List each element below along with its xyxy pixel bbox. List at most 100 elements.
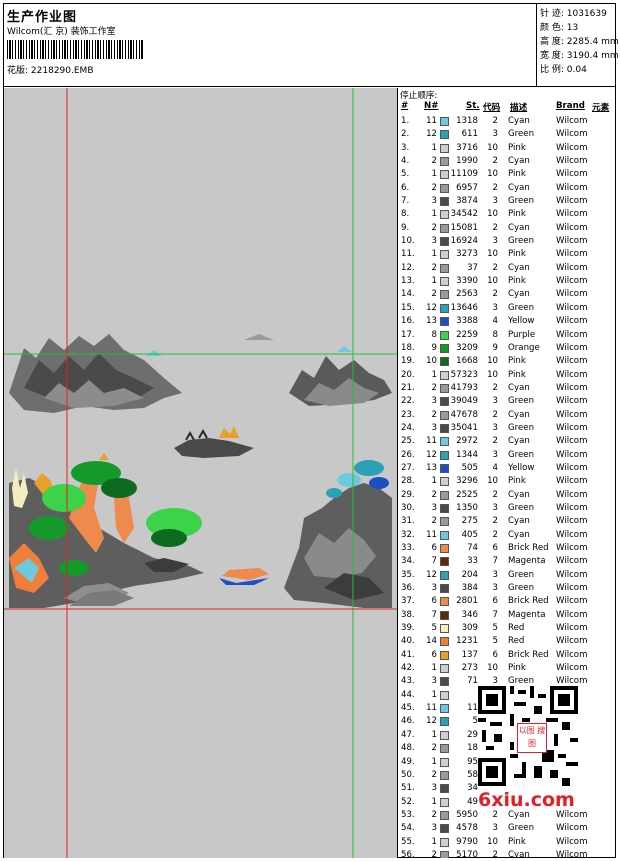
color-swatch	[440, 850, 449, 858]
row-needle: 1	[431, 169, 437, 180]
row-index: 33.	[401, 543, 415, 553]
row-stitches: 47678	[450, 409, 478, 420]
row-needle: 6	[431, 543, 437, 553]
row-code: 6	[492, 543, 498, 553]
row-index: 42.	[401, 663, 415, 674]
color-swatch	[440, 557, 449, 567]
color-swatch	[440, 277, 449, 287]
row-needle: 1	[431, 689, 437, 700]
color-swatch	[440, 450, 449, 460]
col-header-index: #	[401, 101, 409, 111]
row-needle: 3	[431, 422, 437, 433]
row-brand: Wilcom	[556, 356, 588, 367]
row-description: Green	[508, 449, 535, 460]
row-description: Green	[508, 129, 535, 140]
table-row: 19. 10 1668 10 Pink Wilcom	[398, 355, 616, 368]
row-brand: Wilcom	[556, 369, 588, 380]
color-swatch	[440, 717, 449, 727]
row-stitches: 74	[467, 543, 478, 553]
row-index: 51.	[401, 783, 415, 794]
row-stitches: 13646	[450, 302, 478, 313]
specs-panel: 针 迹: 1031639 颜 色: 13 高 度: 2285.4 mm 宽 度:…	[537, 3, 619, 87]
design-preview-canvas[interactable]	[4, 88, 397, 858]
table-row: 56. 2 5170 2 Cyan Wilcom	[398, 849, 616, 858]
color-swatch	[440, 223, 449, 233]
table-row: 23. 2 47678 2 Cyan Wilcom	[398, 409, 616, 422]
row-stitches: 3390	[456, 276, 478, 287]
spec-height: 高 度: 2285.4 mm	[540, 37, 619, 47]
row-code: 3	[492, 583, 498, 594]
row-index: 14.	[401, 289, 415, 300]
row-description: Pink	[508, 836, 526, 847]
row-needle: 2	[431, 182, 437, 193]
row-brand: Wilcom	[556, 329, 588, 340]
row-needle: 14	[426, 636, 437, 647]
row-code: 2	[492, 436, 498, 447]
row-index: 21.	[401, 382, 415, 393]
color-swatch	[440, 477, 449, 487]
row-stitches: 2259	[456, 329, 478, 340]
row-description: Cyan	[508, 222, 530, 233]
row-stitches: 37	[467, 262, 478, 273]
color-swatch	[440, 210, 449, 220]
row-brand: Wilcom	[556, 663, 588, 674]
row-needle: 5	[431, 623, 437, 634]
row-brand: Wilcom	[556, 476, 588, 487]
color-swatch	[440, 423, 449, 433]
row-code: 2	[492, 409, 498, 420]
island	[174, 426, 254, 458]
row-brand: Wilcom	[556, 196, 588, 207]
row-brand: Wilcom	[556, 516, 588, 527]
row-needle: 1	[431, 276, 437, 287]
row-brand: Wilcom	[556, 436, 588, 447]
table-row: 29. 2 2525 2 Cyan Wilcom	[398, 489, 616, 502]
table-row: 41. 6 137 6 Brick Red Wilcom	[398, 649, 616, 662]
row-code: 8	[492, 329, 498, 340]
row-description: Yellow	[508, 316, 535, 327]
row-brand: Wilcom	[556, 262, 588, 273]
table-row: 5. 1 11109 10 Pink Wilcom	[398, 168, 616, 181]
row-needle: 3	[431, 236, 437, 247]
color-swatch	[440, 637, 449, 647]
right-cliff	[284, 460, 392, 608]
row-index: 4.	[401, 156, 410, 167]
row-index: 52.	[401, 796, 415, 807]
design-label: 花版:	[7, 66, 29, 76]
row-index: 29.	[401, 489, 415, 500]
row-index: 2.	[401, 129, 410, 140]
color-swatch	[440, 250, 449, 260]
row-needle: 12	[426, 302, 437, 313]
color-swatch	[440, 170, 449, 180]
row-needle: 3	[431, 396, 437, 407]
row-needle: 1	[431, 209, 437, 220]
row-description: Pink	[508, 169, 526, 180]
row-description: Brick Red	[508, 596, 549, 607]
row-brand: Wilcom	[556, 623, 588, 634]
table-row: 38. 7 346 7 Magenta Wilcom	[398, 609, 616, 622]
row-brand: Wilcom	[556, 116, 588, 126]
row-index: 41.	[401, 649, 415, 660]
row-needle: 12	[426, 449, 437, 460]
color-swatch	[440, 490, 449, 500]
spec-scale: 比 例: 0.04	[540, 65, 587, 75]
row-description: Red	[508, 623, 525, 634]
row-code: 3	[492, 502, 498, 513]
row-brand: Wilcom	[556, 849, 588, 858]
row-description: Cyan	[508, 116, 530, 126]
color-swatch	[440, 357, 449, 367]
row-description: Red	[508, 636, 525, 647]
color-swatch	[440, 143, 449, 153]
row-stitches: 35041	[450, 422, 478, 433]
row-description: Cyan	[508, 289, 530, 300]
row-brand: Wilcom	[556, 276, 588, 287]
row-needle: 7	[431, 609, 437, 620]
color-swatch	[440, 517, 449, 527]
row-index: 18.	[401, 342, 415, 353]
row-description: Yellow	[508, 462, 535, 473]
color-swatch	[440, 197, 449, 207]
row-index: 13.	[401, 276, 415, 287]
table-row: 25. 11 2972 2 Cyan Wilcom	[398, 435, 616, 448]
table-row: 10. 3 16924 3 Green Wilcom	[398, 235, 616, 248]
color-swatch	[440, 784, 449, 794]
color-swatch	[440, 744, 449, 754]
